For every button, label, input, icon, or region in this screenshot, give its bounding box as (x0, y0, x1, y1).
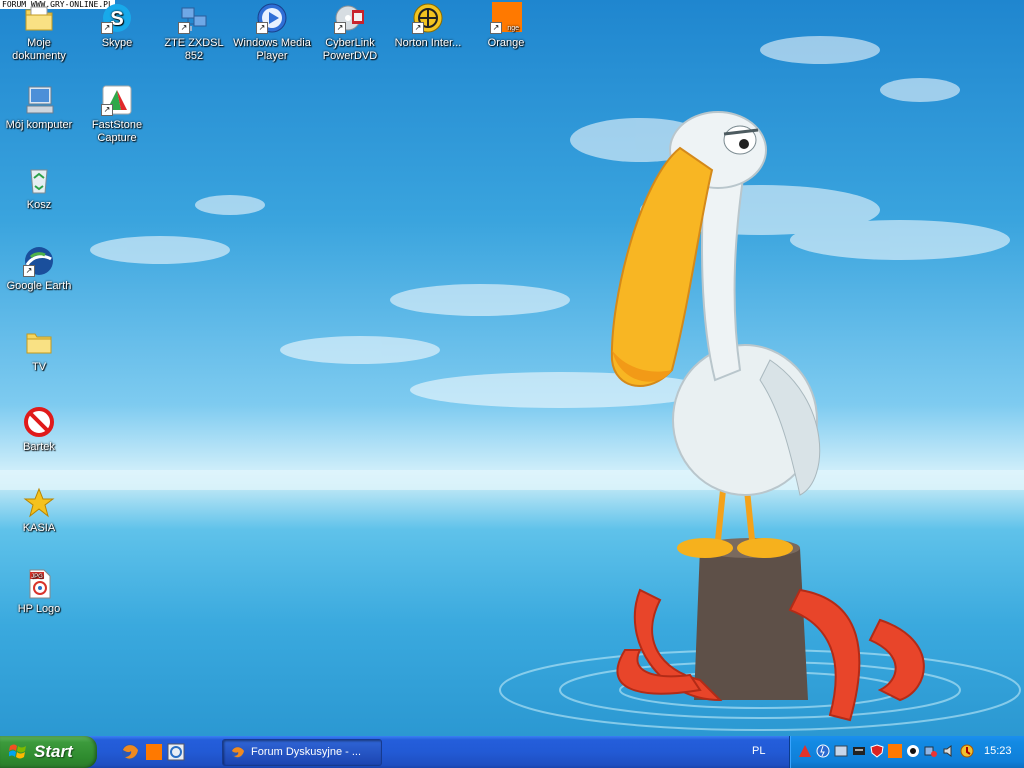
desktop-icon-label: Bartek (23, 441, 55, 453)
desktop-icon-label: Orange (487, 37, 525, 49)
desktop-icon-kasia[interactable]: KASIA (0, 487, 78, 535)
desktop-icon-label: ZTE ZXDSL 852 (164, 37, 224, 62)
shortcut-arrow-icon: ↗ (334, 22, 346, 34)
desktop-icon-tv[interactable]: TV (0, 326, 78, 374)
no-entry-icon (23, 406, 55, 438)
network-modem-icon: ↗ (178, 2, 210, 34)
desktop-icon-label: Windows Media Player (233, 37, 311, 62)
taskbar-window-title: Forum Dyskusyjne - ... (251, 746, 362, 758)
desktop-icon-moj-komputer[interactable]: Mój komputer (0, 84, 78, 132)
desktop-icon-label: Kosz (26, 199, 52, 211)
update-icon[interactable] (960, 744, 974, 758)
desktop-icon-label: Mój komputer (5, 119, 73, 131)
network-warning-icon[interactable] (924, 744, 938, 758)
system-tray: 15:23 (789, 736, 1024, 768)
desktop-icon-skype[interactable]: S ↗ Skype (78, 2, 156, 50)
taskbar: Start » Forum Dyskusyjne - ... PL 15:23 (0, 736, 1024, 768)
desktop-icon-label: FastStone Capture (91, 119, 143, 144)
speaker-icon[interactable] (906, 744, 920, 758)
media-player-icon: ↗ (256, 2, 288, 34)
desktop-icon-google-earth[interactable]: ↗ Google Earth (0, 245, 78, 293)
sound-card-icon[interactable] (852, 744, 866, 758)
firefox-icon[interactable] (120, 742, 140, 762)
desktop-icon-label: KASIA (22, 522, 56, 534)
shortcut-arrow-icon: ↗ (490, 22, 502, 34)
svg-text:JPG: JPG (31, 574, 43, 580)
folder-icon (23, 326, 55, 358)
desktop-icon-label: Moje dokumenty (12, 37, 66, 62)
faststone-capture-icon: ↗ (101, 84, 133, 116)
ie-settings-icon[interactable] (166, 742, 186, 762)
recycle-bin-icon (23, 164, 55, 196)
folder-documents-icon (23, 2, 55, 34)
antivirus-icon[interactable] (816, 744, 830, 758)
desktop-icon-cyberlink-powerdvd[interactable]: ↗ CyberLink PowerDVD (311, 2, 389, 63)
shortcut-arrow-icon: ↗ (23, 265, 35, 277)
desktop-icon-label: Skype (101, 37, 133, 49)
clock[interactable]: 15:23 (984, 745, 1012, 757)
shortcut-arrow-icon: ↗ (178, 22, 190, 34)
desktop-icon-faststone-capture[interactable]: ↗ FastStone Capture (78, 84, 156, 145)
orange-icon[interactable] (144, 742, 164, 762)
desktop-icon-norton[interactable]: ↗ Norton Inter... (389, 2, 467, 50)
skype-icon: S ↗ (101, 2, 133, 34)
start-button[interactable]: Start (0, 736, 97, 768)
orange-icon: nge ↗ (490, 2, 522, 34)
desktop-icon-label: Norton Inter... (394, 37, 462, 49)
dvd-player-icon: ↗ (334, 2, 366, 34)
shortcut-arrow-icon: ↗ (101, 104, 113, 116)
desktop-icon-orange[interactable]: nge ↗ Orange (467, 2, 545, 50)
speaker-volume-icon[interactable] (942, 744, 956, 758)
desktop-icon-label: TV (31, 361, 47, 373)
shield-icon[interactable] (870, 744, 884, 758)
svg-text:nge: nge (507, 25, 519, 32)
start-label: Start (34, 742, 73, 761)
google-earth-icon: ↗ (23, 245, 55, 277)
shortcut-arrow-icon: ↗ (412, 22, 424, 34)
shortcut-arrow-icon: ↗ (256, 22, 268, 34)
star-icon (23, 487, 55, 519)
desktop-icon-bartek[interactable]: Bartek (0, 406, 78, 454)
desktop-icon-zte-zxdsl[interactable]: ↗ ZTE ZXDSL 852 (155, 2, 233, 63)
desktop-icon-hp-logo[interactable]: JPG HP Logo (0, 568, 78, 616)
my-computer-icon (23, 84, 55, 116)
desktop-icon-moje-dokumenty[interactable]: Moje dokumenty (0, 2, 78, 63)
desktop-icon-label: CyberLink PowerDVD (322, 37, 378, 62)
desktop-icon-label: HP Logo (17, 603, 61, 615)
security-icon[interactable] (834, 744, 848, 758)
windows-logo-icon (9, 744, 26, 759)
desktop-icon-label: Google Earth (6, 280, 72, 292)
desktop-icon-kosz[interactable]: Kosz (0, 164, 78, 212)
jpg-file-icon: JPG (23, 568, 55, 600)
language-indicator[interactable]: PL (752, 745, 765, 757)
network-icon[interactable] (798, 744, 812, 758)
firefox-icon (231, 746, 244, 759)
norton-globe-icon: ↗ (412, 2, 444, 34)
desktop-icon-windows-media-player[interactable]: ↗ Windows Media Player (233, 2, 311, 63)
shortcut-arrow-icon: ↗ (101, 22, 113, 34)
taskbar-window-button[interactable]: Forum Dyskusyjne - ... (222, 739, 382, 766)
orange-icon[interactable] (888, 744, 902, 758)
